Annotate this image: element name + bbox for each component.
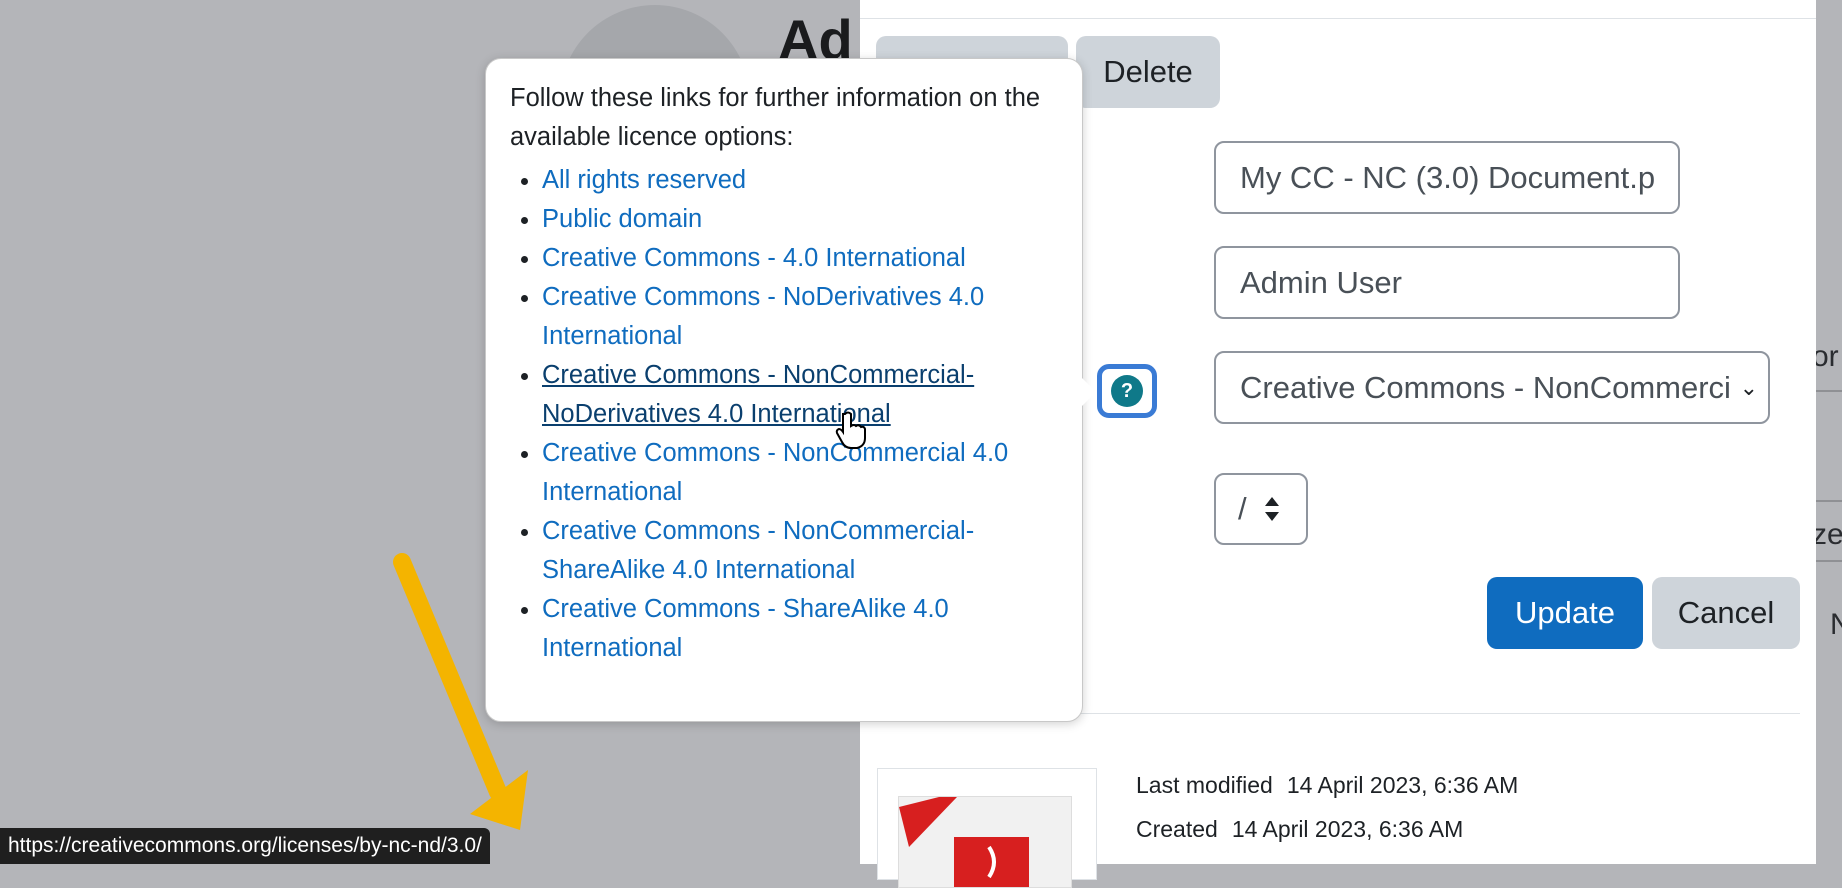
license-link-item[interactable]: Creative Commons - ShareAlike 4.0 Intern… bbox=[542, 590, 1062, 668]
chevron-down-icon: ⌄ bbox=[1739, 374, 1758, 400]
up-down-caret-icon bbox=[1264, 497, 1279, 521]
dialog-top-divider bbox=[860, 18, 1816, 19]
license-help-button[interactable]: ? bbox=[1097, 364, 1157, 418]
background-rule bbox=[1816, 390, 1842, 392]
delete-button[interactable]: Delete bbox=[1076, 36, 1220, 108]
license-link-all-rights-reserved[interactable]: All rights reserved bbox=[542, 166, 746, 194]
background-rule bbox=[1816, 560, 1842, 562]
license-link-cc-by-nc-nd[interactable]: Creative Commons - NonCommercial-NoDeriv… bbox=[542, 361, 974, 428]
license-select-value: Creative Commons - NonCommerci bbox=[1240, 369, 1731, 405]
license-help-popover: Follow these links for further informati… bbox=[485, 58, 1083, 722]
cancel-button[interactable]: Cancel bbox=[1652, 577, 1800, 649]
filename-input[interactable]: My CC - NC (3.0) Document.p bbox=[1214, 141, 1680, 214]
last-modified-label: Last modified bbox=[1136, 772, 1273, 798]
license-select[interactable]: Creative Commons - NonCommerci ⌄ bbox=[1214, 351, 1770, 424]
license-link-item[interactable]: All rights reserved bbox=[542, 161, 1062, 200]
license-link-item[interactable]: Public domain bbox=[542, 200, 1062, 239]
popover-intro: Follow these links for further informati… bbox=[510, 84, 1041, 151]
path-select-value: / bbox=[1238, 491, 1247, 526]
background-edge-text: N bbox=[1830, 608, 1842, 641]
license-links-list: All rights reserved Public domain Creati… bbox=[510, 161, 1062, 668]
license-link-item[interactable]: Creative Commons - NoDerivatives 4.0 Int… bbox=[542, 278, 1062, 356]
hand-pointer-icon bbox=[835, 411, 866, 449]
created-value: 14 April 2023, 6:36 AM bbox=[1231, 816, 1464, 842]
created-label: Created bbox=[1136, 816, 1218, 842]
license-link-cc-by-nd[interactable]: Creative Commons - NoDerivatives 4.0 Int… bbox=[542, 283, 984, 350]
file-thumbnail bbox=[877, 768, 1097, 888]
question-circle-icon: ? bbox=[1111, 375, 1143, 407]
license-link-item[interactable]: Creative Commons - NonCommercial-ShareAl… bbox=[542, 512, 1062, 590]
background-rule bbox=[1816, 500, 1842, 502]
author-input[interactable]: Admin User bbox=[1214, 246, 1680, 319]
link-status-bar: https://creativecommons.org/licenses/by-… bbox=[0, 828, 490, 864]
popover-arrow bbox=[1082, 378, 1096, 406]
last-modified-row: Last modified 14 April 2023, 6:36 AM bbox=[1136, 772, 1518, 799]
license-link-item[interactable]: Creative Commons - 4.0 International bbox=[542, 239, 1062, 278]
update-button[interactable]: Update bbox=[1487, 577, 1643, 649]
license-link-cc-by[interactable]: Creative Commons - 4.0 International bbox=[542, 244, 966, 272]
last-modified-value: 14 April 2023, 6:36 AM bbox=[1286, 772, 1519, 798]
background-edge-text: or bbox=[1812, 340, 1839, 373]
license-link-item[interactable]: Creative Commons - NonCommercial 4.0 Int… bbox=[542, 434, 1062, 512]
pdf-icon bbox=[898, 796, 1072, 888]
license-link-item[interactable]: Creative Commons - NonCommercial-NoDeriv… bbox=[542, 356, 1062, 434]
license-link-public-domain[interactable]: Public domain bbox=[542, 205, 702, 233]
background-edge-text: ze bbox=[1812, 518, 1842, 551]
path-select[interactable]: / bbox=[1214, 473, 1308, 545]
license-link-cc-by-nc-sa[interactable]: Creative Commons - NonCommercial-ShareAl… bbox=[542, 517, 974, 584]
license-link-cc-by-nc[interactable]: Creative Commons - NonCommercial 4.0 Int… bbox=[542, 439, 1008, 506]
license-link-cc-by-sa[interactable]: Creative Commons - ShareAlike 4.0 Intern… bbox=[542, 595, 949, 662]
created-row: Created 14 April 2023, 6:36 AM bbox=[1136, 816, 1463, 843]
